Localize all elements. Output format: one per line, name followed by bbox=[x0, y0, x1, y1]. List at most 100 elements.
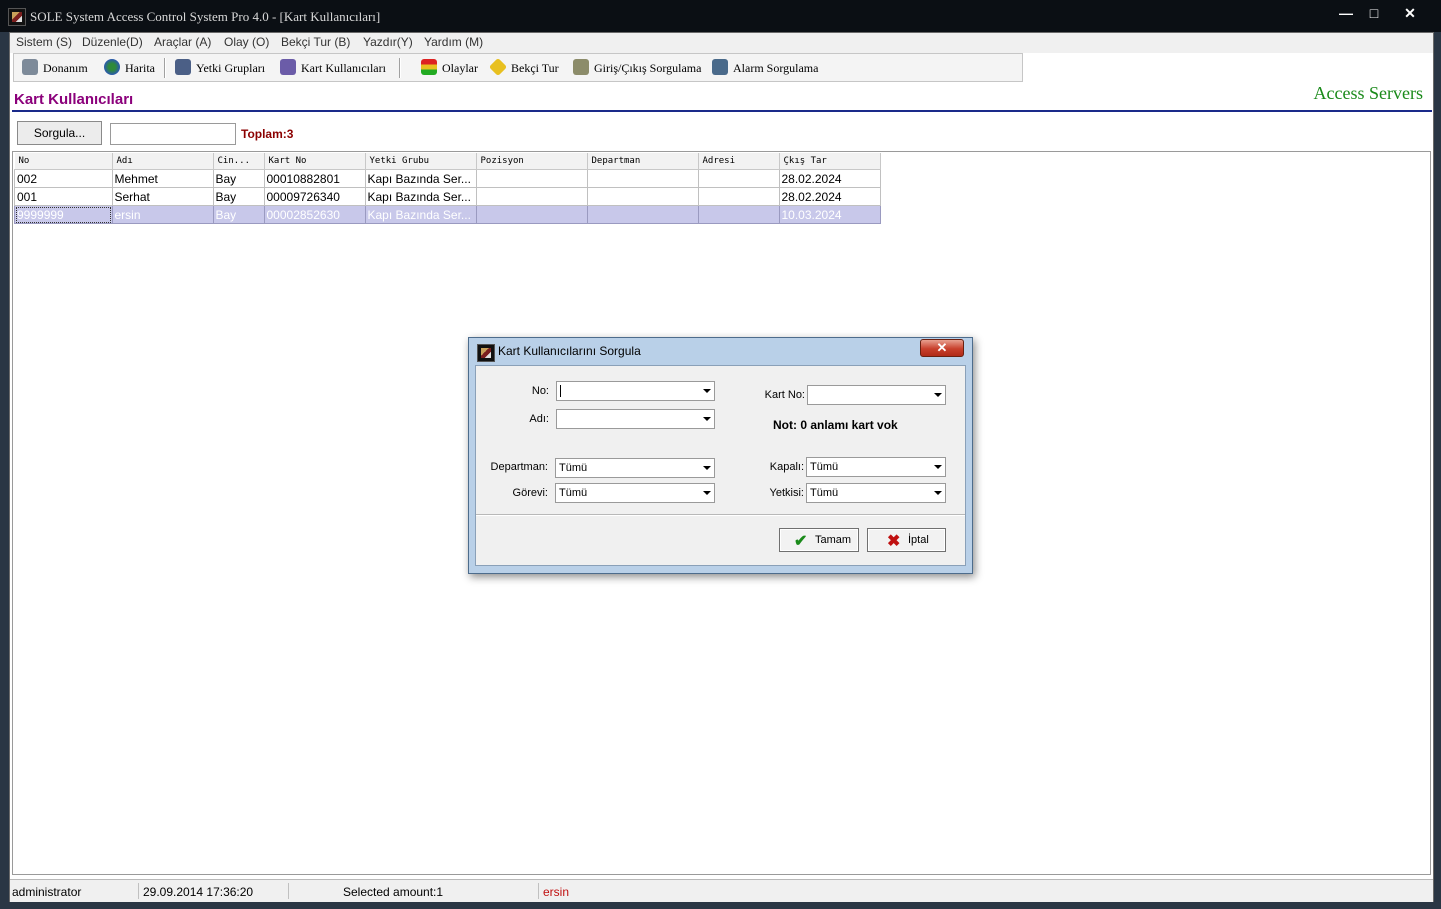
chevron-down-icon[interactable] bbox=[934, 491, 942, 495]
page-title: Kart Kullanıcıları bbox=[14, 91, 134, 108]
cell-cikis-tar: 10.03.2024 bbox=[778, 205, 881, 224]
cell-no: 002 bbox=[14, 169, 113, 188]
chevron-down-icon[interactable] bbox=[934, 393, 942, 397]
title-divider bbox=[12, 110, 1432, 112]
kart-no-combobox[interactable] bbox=[807, 385, 946, 405]
check-icon: ✔ bbox=[794, 533, 808, 550]
cell-adi: Mehmet bbox=[111, 169, 214, 188]
menu-yardim[interactable]: Yardım (M) bbox=[424, 35, 483, 49]
dialog-close-button[interactable]: ✕ bbox=[920, 339, 964, 357]
query-button[interactable]: Sorgula... bbox=[17, 121, 102, 145]
toolbar: Donanım Harita Yetki Grupları Kart Kulla… bbox=[13, 53, 1023, 82]
cell-yetki-grubu: Kapı Bazında Ser... bbox=[364, 205, 477, 224]
cancel-label: İptal bbox=[908, 534, 929, 546]
no-label: No: bbox=[531, 385, 549, 397]
col-pozisyon[interactable]: Pozisyon bbox=[476, 153, 588, 170]
col-departman[interactable]: Departman bbox=[587, 153, 699, 170]
total-count: Toplam:3 bbox=[241, 127, 294, 141]
col-no[interactable]: No bbox=[14, 153, 113, 170]
title-bar[interactable]: SOLE System Access Control System Pro 4.… bbox=[0, 0, 1441, 32]
cancel-button[interactable]: ✖ İptal bbox=[867, 528, 946, 552]
alarm-icon bbox=[712, 59, 728, 75]
traffic-light-icon bbox=[421, 59, 437, 75]
menu-bekci-tur[interactable]: Bekçi Tur (B) bbox=[281, 35, 350, 49]
access-servers-link[interactable]: Access Servers bbox=[1314, 83, 1423, 104]
yetkisi-label: Yetkisi: bbox=[769, 487, 804, 499]
cell-kart-no: 00010882801 bbox=[263, 169, 366, 188]
col-cinsiyet[interactable]: Cin... bbox=[213, 153, 265, 170]
gorevi-select[interactable]: Tümü bbox=[555, 483, 715, 503]
cell-cinsiyet: Bay bbox=[212, 187, 265, 206]
grid-header: No Adı Cin... Kart No Yetki Grubu Pozisy… bbox=[14, 153, 881, 170]
yetkisi-select[interactable]: Tümü bbox=[806, 483, 946, 503]
departman-value: Tümü bbox=[559, 462, 588, 474]
departman-select[interactable]: Tümü bbox=[555, 458, 715, 478]
chevron-down-icon[interactable] bbox=[703, 491, 711, 495]
table-row[interactable]: 001 Serhat Bay 00009726340 Kapı Bazında … bbox=[14, 187, 881, 206]
donanim-button[interactable]: Donanım bbox=[22, 59, 88, 77]
adi-combobox[interactable] bbox=[556, 409, 715, 429]
status-selected-name: ersin bbox=[543, 885, 570, 899]
cell-no: 001 bbox=[14, 187, 113, 206]
status-datetime: 29.09.2014 17:36:20 bbox=[143, 885, 254, 899]
alarm-sorgulama-button[interactable]: Alarm Sorgulama bbox=[712, 59, 818, 77]
col-adi[interactable]: Adı bbox=[112, 153, 214, 170]
cell-cinsiyet: Bay bbox=[212, 205, 265, 224]
menu-araclar[interactable]: Araçlar (A) bbox=[154, 35, 211, 49]
giris-cikis-button[interactable]: Giriş/Çıkış Sorgulama bbox=[573, 59, 701, 77]
table-row-selected[interactable]: 9999999 ersin Bay 00002852630 Kapı Bazın… bbox=[14, 205, 881, 224]
ok-label: Tamam bbox=[815, 534, 852, 546]
cell-adresi bbox=[697, 187, 780, 206]
window-title: SOLE System Access Control System Pro 4.… bbox=[30, 9, 381, 24]
status-separator bbox=[538, 883, 539, 899]
yetki-gruplari-button[interactable]: Yetki Grupları bbox=[175, 59, 265, 77]
bekci-tur-button[interactable]: Bekçi Tur bbox=[488, 57, 559, 77]
col-yetki-grubu[interactable]: Yetki Grubu bbox=[365, 153, 477, 170]
dialog-title: Kart Kullanıcılarını Sorgula bbox=[498, 344, 641, 358]
olaylar-button[interactable]: Olaylar bbox=[421, 59, 478, 77]
cell-departman bbox=[586, 205, 699, 224]
cell-departman bbox=[586, 187, 699, 206]
menu-sistem[interactable]: Sistem (S) bbox=[16, 35, 72, 49]
chevron-down-icon[interactable] bbox=[703, 466, 711, 470]
users-table: No Adı Cin... Kart No Yetki Grubu Pozisy… bbox=[14, 153, 881, 224]
kapali-select[interactable]: Tümü bbox=[806, 457, 946, 477]
kart-no-label: Kart No: bbox=[764, 389, 805, 401]
kart-kullanicilari-label: Kart Kullanıcıları bbox=[301, 61, 386, 75]
app-icon bbox=[8, 8, 26, 26]
giris-cikis-label: Giriş/Çıkış Sorgulama bbox=[594, 61, 702, 75]
col-kart-no[interactable]: Kart No bbox=[264, 153, 366, 170]
bekci-tur-label: Bekçi Tur bbox=[511, 61, 559, 75]
chevron-down-icon[interactable] bbox=[934, 465, 942, 469]
col-adresi[interactable]: Adresi bbox=[698, 153, 780, 170]
cell-cikis-tar: 28.02.2024 bbox=[778, 187, 881, 206]
gorevi-label: Görevi: bbox=[512, 487, 548, 499]
patrol-icon bbox=[488, 57, 508, 77]
cell-departman bbox=[586, 169, 699, 188]
search-input[interactable] bbox=[110, 123, 236, 145]
minimize-button[interactable]: — bbox=[1332, 4, 1360, 22]
cell-kart-no: 00009726340 bbox=[263, 187, 366, 206]
close-button[interactable]: ✕ bbox=[1396, 4, 1424, 22]
menu-olay[interactable]: Olay (O) bbox=[224, 35, 269, 49]
no-combobox[interactable] bbox=[556, 381, 715, 401]
donanim-label: Donanım bbox=[43, 61, 88, 75]
table-row[interactable]: 002 Mehmet Bay 00010882801 Kapı Bazında … bbox=[14, 169, 881, 188]
status-bar: administrator 29.09.2014 17:36:20 Select… bbox=[10, 879, 1433, 902]
menu-duzenle[interactable]: Düzenle(D) bbox=[82, 35, 143, 49]
query-dialog: Kart Kullanıcılarını Sorgula ✕ No: Adı: … bbox=[468, 337, 973, 574]
col-cikis-tar[interactable]: Çkış Tar bbox=[779, 153, 881, 170]
status-separator bbox=[138, 883, 139, 899]
chevron-down-icon[interactable] bbox=[703, 417, 711, 421]
kapali-label: Kapalı: bbox=[769, 461, 804, 473]
kart-kullanicilari-button[interactable]: Kart Kullanıcıları bbox=[280, 59, 386, 77]
harita-button[interactable]: Harita bbox=[104, 59, 155, 77]
maximize-button[interactable]: □ bbox=[1360, 4, 1388, 22]
gorevi-value: Tümü bbox=[559, 487, 588, 499]
groups-icon bbox=[175, 59, 191, 75]
card-note: Not: 0 anlamı kart vok bbox=[773, 418, 898, 432]
alarm-sorgulama-label: Alarm Sorgulama bbox=[733, 61, 819, 75]
menu-yazdir[interactable]: Yazdır(Y) bbox=[363, 35, 413, 49]
chevron-down-icon[interactable] bbox=[703, 389, 711, 393]
ok-button[interactable]: ✔ Tamam bbox=[779, 528, 859, 552]
